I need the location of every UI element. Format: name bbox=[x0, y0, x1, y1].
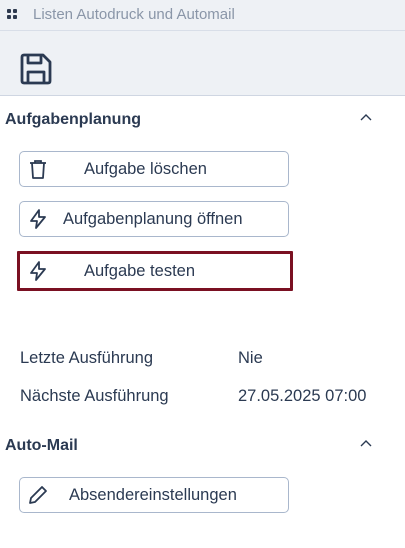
trash-icon bbox=[30, 160, 46, 179]
last-run-value: Nie bbox=[238, 349, 263, 367]
next-run-label: Nächste Ausführung bbox=[20, 387, 169, 405]
title-bar: Listen Autodruck und Automail bbox=[0, 0, 405, 30]
next-run-value: 27.05.2025 07:00 bbox=[238, 387, 367, 405]
collapse-task-section-button[interactable] bbox=[358, 111, 374, 123]
open-task-planning-label: Aufgabenplanung öffnen bbox=[63, 210, 243, 228]
delete-task-button[interactable]: Aufgabe löschen bbox=[19, 151, 289, 187]
test-task-label: Aufgabe testen bbox=[84, 262, 196, 280]
section-title-task-planning: Aufgabenplanung bbox=[5, 111, 141, 128]
save-icon bbox=[20, 53, 52, 85]
app-icon bbox=[7, 9, 19, 21]
lightning-icon bbox=[30, 261, 46, 281]
toolbar bbox=[0, 30, 405, 96]
lightning-icon bbox=[30, 209, 46, 229]
window-title: Listen Autodruck und Automail bbox=[33, 6, 235, 23]
sender-settings-button[interactable]: Absendereinstellungen bbox=[19, 477, 289, 513]
pencil-icon bbox=[29, 486, 47, 504]
collapse-mail-section-button[interactable] bbox=[358, 437, 374, 449]
chevron-up-icon bbox=[360, 114, 372, 121]
delete-task-label: Aufgabe löschen bbox=[84, 160, 207, 178]
save-button[interactable] bbox=[19, 52, 53, 86]
chevron-up-icon bbox=[360, 440, 372, 447]
sender-settings-label: Absendereinstellungen bbox=[69, 486, 237, 504]
open-task-planning-button[interactable]: Aufgabenplanung öffnen bbox=[19, 201, 289, 237]
last-run-label: Letzte Ausführung bbox=[20, 349, 154, 367]
section-title-auto-mail: Auto-Mail bbox=[5, 437, 78, 454]
test-task-button[interactable]: Aufgabe testen bbox=[17, 251, 293, 291]
